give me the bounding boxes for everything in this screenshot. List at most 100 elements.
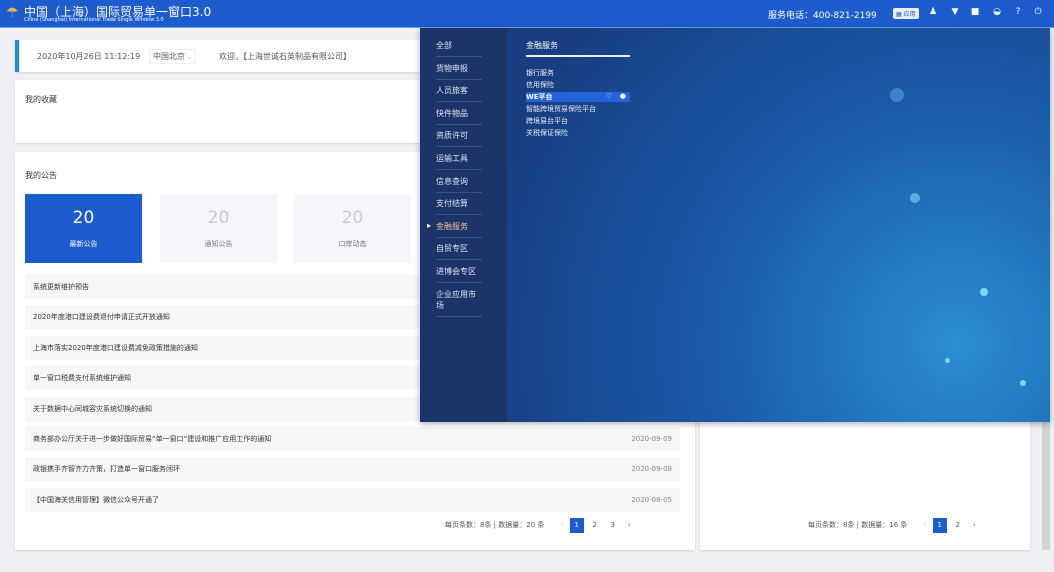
apps-label: 应用 [903, 11, 916, 18]
menu-category-list: 全部货物申报人员旅客快件物品资质许可运输工具信息查询支付结算 ▸ 金融服务自贸专区进… [420, 28, 507, 422]
decor-dot [1020, 380, 1026, 386]
apps-button[interactable]: ▦ 应用 [893, 8, 919, 19]
menu-item[interactable]: 关税保证保险 [526, 128, 568, 138]
menu-category[interactable]: 企业应用市场 [436, 289, 482, 317]
stat-notice[interactable]: 20 通知公告 [160, 194, 277, 263]
notice-date: 2020-09-08 [631, 465, 672, 474]
notice-title: 单一窗口税费支付系统维护通知 [33, 374, 131, 383]
menu-category[interactable]: 货物申报 [436, 63, 482, 80]
info-icon[interactable]: ● [620, 92, 626, 100]
page-button[interactable]: 2 [588, 518, 602, 533]
page-button[interactable]: 1 [569, 518, 584, 533]
stat-count: 20 [207, 208, 230, 228]
menu-item[interactable]: 跨境易台平台 [526, 116, 568, 126]
menu-item-label: 银行服务 [526, 69, 554, 77]
notice-title: 上海市落实2020年度港口建设费减免政策措施的通知 [33, 343, 198, 352]
menu-category-label: 货物申报 [436, 63, 468, 73]
logo-icon: ☂ [6, 5, 19, 21]
page-button[interactable]: 3 [606, 518, 620, 533]
menu-category-label: 自贸专区 [436, 244, 468, 254]
next-page-icon[interactable]: › [973, 521, 976, 529]
pagination: 每页条数：8条 | 数据量：20 条 ‹ 123 › [445, 518, 631, 533]
shirt-icon[interactable]: ▼ [948, 7, 962, 17]
stat-label: 最新公告 [69, 240, 98, 248]
menu-category-label: 企业应用市场 [436, 289, 476, 310]
timezone-select[interactable]: 中国北京 ⌄ [149, 49, 196, 64]
favorites-card: 我的收藏 [15, 80, 435, 143]
menu-category[interactable]: 运输工具 [436, 153, 482, 170]
datetime: 2020年10月26日 11:12:19 [37, 52, 141, 61]
favorite-heart-icon[interactable]: ♡ [606, 92, 612, 100]
notice-title: 系统更新维护预告 [33, 283, 89, 291]
pagination-info: 每页条数：8条 | 数据量：16 条 [808, 521, 908, 529]
notice-date: 2020-09-09 [631, 435, 672, 443]
app-subtitle: China (Shanghai) International Trade Sin… [24, 17, 164, 23]
notices-title: 我的公告 [25, 171, 57, 180]
decor-dot [890, 88, 904, 102]
notice-title: 【中国海关信用管理】微信公众号开通了 [33, 495, 159, 504]
menu-item[interactable]: 信用保险 [526, 80, 554, 90]
pagination-info: 每页条数：8条 | 数据量：20 条 [445, 521, 545, 529]
menu-category[interactable]: 快件物品 [436, 108, 482, 125]
service-menu-dropdown: 全部货物申报人员旅客快件物品资质许可运输工具信息查询支付结算 ▸ 金融服务自贸专区进… [420, 28, 1050, 422]
notice-title: 商务部办公厅关于进一步做好国际贸易“单一窗口”建设和推广应用工作的通知 [33, 435, 272, 443]
menu-item-label: 关税保证保险 [526, 129, 568, 137]
menu-section-title: 金融服务 [526, 40, 630, 57]
menu-item[interactable]: 智能跨境贸易保险平台 [526, 104, 596, 114]
stat-label: 口岸动态 [338, 240, 367, 248]
cart-icon[interactable]: ◒ [990, 7, 1004, 17]
page-button[interactable]: 2 [951, 518, 965, 533]
menu-category-label: 运输工具 [436, 154, 468, 163]
notice-title: 关于数据中心同城容灾系统切换的通知 [33, 404, 152, 413]
stat-count: 20 [72, 208, 95, 228]
menu-category[interactable]: 进博会专区 [436, 266, 482, 283]
menu-category[interactable]: 支付结算 [436, 198, 482, 216]
notice-date: 2020-08-05 [631, 495, 672, 504]
scrollbar[interactable] [1042, 420, 1050, 550]
right-pagination: 每页条数：8条 | 数据量：16 条 ‹ 12 › [808, 518, 976, 533]
menu-category[interactable]: 全部 [436, 40, 482, 57]
favorites-title: 我的收藏 [25, 95, 57, 104]
stat-latest[interactable]: 20 最新公告 [25, 194, 142, 263]
menu-item-label: 信用保险 [526, 81, 554, 89]
stat-label: 通知公告 [204, 240, 233, 248]
menu-category[interactable]: 信息查询 [436, 176, 482, 193]
menu-category[interactable]: 资质许可 [436, 130, 482, 148]
menu-category[interactable]: 人员旅客 [436, 85, 482, 103]
menu-item[interactable]: 银行服务 [526, 68, 554, 78]
menu-item-label: WE平台 [526, 93, 553, 101]
power-icon[interactable]: ⏻ [1031, 7, 1045, 17]
message-icon[interactable]: ■ [968, 7, 982, 17]
decor-dot [980, 288, 988, 296]
stat-port[interactable]: 20 口岸动态 [294, 194, 411, 263]
top-header: ☂ 中国（上海）国际贸易单一窗口3.0 China (Shanghai) Int… [0, 0, 1054, 28]
notice-row[interactable]: 【中国海关信用管理】微信公众号开通了 2020-08-05 [25, 487, 680, 512]
next-page-icon[interactable]: › [628, 521, 631, 529]
menu-category[interactable]: 自贸专区 [436, 243, 482, 261]
date-bar: 2020年10月26日 11:12:19 中国北京 ⌄ 欢迎，【上海世诚石英制品… [15, 40, 435, 72]
prev-page-icon[interactable]: ‹ [924, 521, 927, 529]
menu-category-label: 全部 [436, 41, 452, 50]
menu-item-label: 智能跨境贸易保险平台 [526, 105, 596, 113]
active-caret-icon: ▸ [427, 220, 432, 230]
menu-category-label: 金融服务 [436, 221, 468, 231]
menu-category-label: 资质许可 [436, 131, 468, 141]
menu-category-label: 信息查询 [436, 176, 468, 186]
welcome-text: 欢迎，【上海世诚石英制品有限公司】 [219, 52, 351, 61]
notice-row[interactable]: 政银携手齐智齐力齐策，打造单一窗口服务闭环 2020-09-08 [25, 457, 680, 482]
user-icon[interactable]: ♟ [926, 7, 940, 17]
notice-row[interactable]: 商务部办公厅关于进一步做好国际贸易“单一窗口”建设和推广应用工作的通知 2020-… [25, 427, 680, 451]
service-phone: 服务电话：400-821-2199 [768, 11, 877, 21]
stat-count: 20 [341, 208, 364, 228]
page-button[interactable]: 1 [932, 518, 947, 533]
notice-title: 2020年度港口建设费退付申请正式开放通知 [33, 313, 170, 322]
menu-category[interactable]: ▸ 金融服务 [427, 221, 482, 238]
decor-dot [945, 358, 950, 363]
menu-category-label: 人员旅客 [436, 86, 468, 96]
timezone-value: 中国北京 [153, 52, 185, 61]
prev-page-icon[interactable]: ‹ [561, 521, 564, 529]
menu-item[interactable]: WE平台 ♡ ● [526, 92, 630, 102]
help-icon[interactable]: ? [1011, 7, 1025, 17]
menu-category-label: 支付结算 [436, 199, 468, 209]
menu-category-label: 快件物品 [436, 108, 468, 118]
